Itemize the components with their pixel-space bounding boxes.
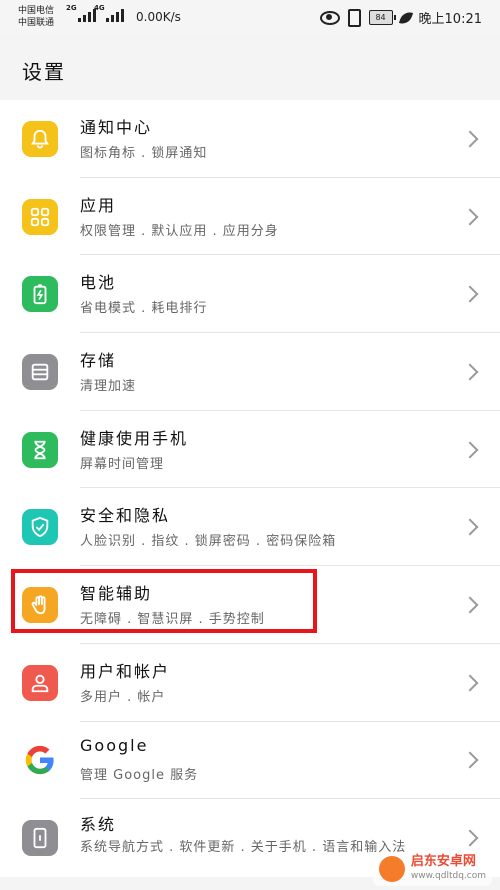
item-title: 健康使用手机	[80, 428, 189, 448]
eye-comfort-icon	[319, 10, 340, 25]
google-icon	[22, 742, 58, 779]
item-title: 安全和隐私	[80, 506, 171, 526]
grid-icon	[22, 198, 58, 235]
item-title: Google	[80, 735, 149, 755]
settings-item-smart-assistance[interactable]: 智能辅助 无障碍 . 智慧识屏 . 手势控制	[0, 566, 500, 644]
watermark-name: 启东安卓网	[410, 854, 476, 869]
chevron-right-icon	[461, 130, 479, 148]
user-icon	[22, 664, 58, 701]
settings-item-security[interactable]: 安全和隐私 人脸识别 . 指纹 . 锁屏密码 . 密码保险箱	[0, 488, 500, 566]
settings-item-notifications[interactable]: 通知中心 图标角标 . 锁屏通知	[0, 100, 500, 178]
chevron-right-icon	[461, 518, 479, 536]
item-title: 存储	[80, 351, 117, 371]
hourglass-icon	[22, 431, 58, 468]
system-icon	[22, 820, 58, 857]
bell-icon	[22, 120, 58, 157]
network-speed: 0.00K/s	[136, 10, 181, 24]
hand-icon	[22, 586, 58, 623]
leaf-icon	[398, 9, 413, 26]
watermark: 启东安卓网 www.qdltdq.com	[372, 852, 492, 886]
settings-item-google[interactable]: Google 管理 Google 服务	[0, 722, 500, 800]
battery-indicator: 84	[368, 10, 396, 25]
shield-icon	[22, 509, 58, 546]
chevron-right-icon	[461, 363, 479, 381]
storage-icon	[22, 353, 58, 390]
item-subtitle: 权限管理 . 默认应用 . 应用分身	[80, 223, 279, 239]
item-subtitle: 无障碍 . 智慧识屏 . 手势控制	[80, 612, 265, 628]
watermark-url: www.qdltdq.com	[410, 871, 486, 881]
status-bar: 中国电信 中国联通 2G 4G 0.00K/s 84 晚上10:21	[0, 0, 500, 36]
item-subtitle: 图标角标 . 锁屏通知	[80, 146, 208, 161]
item-title: 系统	[80, 815, 117, 835]
item-title: 智能辅助	[80, 584, 153, 604]
chevron-right-icon	[461, 285, 479, 303]
clock: 晚上10:21	[418, 12, 482, 27]
page-title: 设置	[22, 60, 66, 84]
item-subtitle: 清理加速	[80, 379, 137, 395]
item-subtitle: 管理 Google 服务	[80, 767, 199, 783]
item-title: 通知中心	[80, 118, 153, 137]
carrier-names: 中国电信 中国联通	[18, 6, 55, 28]
settings-item-apps[interactable]: 应用 权限管理 . 默认应用 . 应用分身	[0, 178, 500, 256]
item-title: 电池	[80, 273, 117, 293]
watermark-logo-icon	[378, 856, 405, 882]
settings-item-battery[interactable]: 电池 省电模式 . 耗电排行	[0, 255, 500, 333]
settings-list: 通知中心 图标角标 . 锁屏通知 应用 权限管理 . 默认应用 . 应用分身 电…	[0, 100, 500, 877]
item-subtitle: 省电模式 . 耗电排行	[80, 301, 208, 317]
item-subtitle: 屏幕时间管理	[80, 456, 165, 472]
chevron-right-icon	[461, 674, 479, 692]
chevron-right-icon	[461, 208, 479, 226]
vibrate-icon	[347, 8, 361, 27]
item-title: 用户和帐户	[80, 661, 171, 681]
chevron-right-icon	[461, 751, 479, 769]
settings-item-digital-balance[interactable]: 健康使用手机 屏幕时间管理	[0, 411, 500, 489]
item-subtitle: 多用户 . 帐户	[80, 689, 166, 705]
settings-item-users-accounts[interactable]: 用户和帐户 多用户 . 帐户	[0, 644, 500, 722]
item-subtitle: 人脸识别 . 指纹 . 锁屏密码 . 密码保险箱	[80, 534, 337, 550]
item-title: 应用	[80, 195, 117, 215]
chevron-right-icon	[461, 441, 479, 459]
signal-icon: 4G	[94, 4, 124, 22]
settings-item-storage[interactable]: 存储 清理加速	[0, 333, 500, 411]
battery-icon	[22, 276, 58, 313]
chevron-right-icon	[461, 596, 479, 614]
